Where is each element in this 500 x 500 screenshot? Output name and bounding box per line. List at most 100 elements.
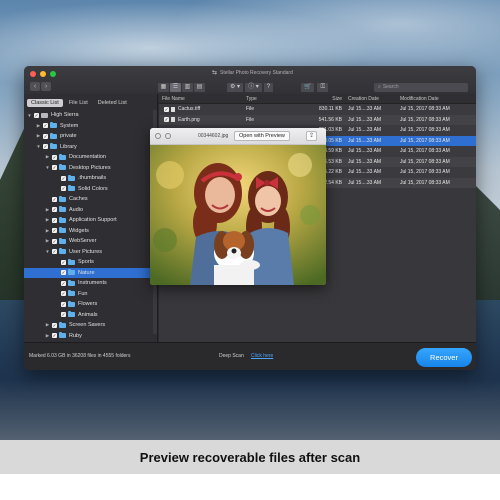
- open-with-preview-button[interactable]: Open with Preview: [234, 131, 290, 141]
- back-button[interactable]: ‹: [30, 82, 40, 91]
- disclosure-collapsed-icon[interactable]: ▶: [45, 228, 50, 234]
- tree-item[interactable]: ✓ .thumbnails: [24, 173, 158, 184]
- row-checkbox[interactable]: ✓: [164, 117, 169, 123]
- tree-checkbox[interactable]: ✓: [43, 144, 48, 150]
- column-modification-date[interactable]: Modification Date: [397, 96, 472, 102]
- tree-checkbox[interactable]: ✓: [52, 238, 57, 244]
- cell-modification-date: Jul 15, 2017 08:33 AM: [400, 148, 450, 155]
- tree-checkbox[interactable]: ✓: [52, 249, 57, 255]
- tree-item[interactable]: ✓ Solid Colors: [24, 184, 158, 195]
- preview-fullscreen-button[interactable]: [165, 133, 171, 139]
- column-size[interactable]: Size: [297, 96, 345, 102]
- disclosure-collapsed-icon[interactable]: ▶: [36, 133, 41, 139]
- tree-item[interactable]: ▼ ✓ Desktop Pictures: [24, 163, 158, 174]
- info-button[interactable]: ⓘ ▾: [245, 83, 262, 92]
- tree-item[interactable]: ▼ ✓ High Sierra: [24, 110, 158, 121]
- tree-checkbox[interactable]: ✓: [52, 154, 57, 160]
- tree-checkbox[interactable]: ✓: [43, 133, 48, 139]
- disclosure-collapsed-icon[interactable]: ▶: [45, 333, 50, 339]
- tab-classic-list[interactable]: Classic List: [27, 98, 63, 107]
- tree-item[interactable]: ✓ Nature: [24, 267, 158, 278]
- tree-item[interactable]: ▶ ✓ Application Support: [24, 215, 158, 226]
- cell-creation-date: Jul 15....33 AM: [348, 127, 382, 134]
- tool-group: ⚙ ▾ ⓘ ▾ ?: [227, 83, 274, 92]
- tab-deleted-list[interactable]: Deleted List: [94, 99, 131, 107]
- preview-close-button[interactable]: [155, 133, 161, 139]
- table-row[interactable]: ✓ Cactus.tiff File 830.11 KB Jul 15....33 AM…: [159, 104, 476, 115]
- tree-item[interactable]: ✓ Sports: [24, 257, 158, 268]
- tree-checkbox[interactable]: ✓: [52, 333, 57, 339]
- forward-button[interactable]: ›: [41, 82, 51, 91]
- close-window-button[interactable]: [30, 71, 36, 77]
- disclosure-expanded-icon[interactable]: ▼: [36, 144, 41, 149]
- tree-item[interactable]: ✓ Fun: [24, 289, 158, 300]
- disclosure-collapsed-icon[interactable]: ▶: [45, 322, 50, 328]
- folder-icon: [59, 321, 66, 328]
- tree-checkbox[interactable]: ✓: [61, 175, 66, 181]
- disclosure-collapsed-icon[interactable]: ▶: [45, 217, 50, 223]
- zoom-window-button[interactable]: [50, 71, 56, 77]
- tree-item[interactable]: ▶ ✓ System: [24, 121, 158, 132]
- column-type[interactable]: Type: [243, 96, 297, 102]
- tree-checkbox[interactable]: ✓: [61, 301, 66, 307]
- folder-icon: [68, 185, 75, 192]
- tree-checkbox[interactable]: ✓: [52, 228, 57, 234]
- recover-button[interactable]: Recover: [416, 348, 472, 367]
- tree-checkbox[interactable]: ✓: [61, 270, 66, 276]
- tree-checkbox[interactable]: ✓: [61, 280, 66, 286]
- row-checkbox[interactable]: ✓: [164, 106, 169, 112]
- tree-item[interactable]: ▶ ✓ Documentation: [24, 152, 158, 163]
- share-button[interactable]: ⇪: [306, 131, 317, 141]
- disclosure-expanded-icon[interactable]: ▼: [27, 113, 32, 118]
- tree-checkbox[interactable]: ✓: [61, 312, 66, 318]
- app-logo-icon: ⇆: [212, 70, 218, 76]
- disclosure-expanded-icon[interactable]: ▼: [45, 165, 50, 170]
- tree-item[interactable]: ▶ ✓ Audio: [24, 205, 158, 216]
- cart-button[interactable]: 🛒: [301, 83, 315, 92]
- tree-checkbox[interactable]: ✓: [52, 207, 57, 213]
- tree-item[interactable]: ▶ ✓ Widgets: [24, 226, 158, 237]
- tree-checkbox[interactable]: ✓: [52, 165, 57, 171]
- tree-checkbox[interactable]: ✓: [61, 291, 66, 297]
- disclosure-collapsed-icon[interactable]: ▶: [45, 154, 50, 160]
- tree-item[interactable]: ✓ Instruments: [24, 278, 158, 289]
- list-view-button[interactable]: ☰: [170, 83, 181, 92]
- tree-checkbox[interactable]: ✓: [52, 196, 57, 202]
- tree-checkbox[interactable]: ✓: [61, 186, 66, 192]
- key-button[interactable]: ⚿: [317, 83, 329, 92]
- disclosure-expanded-icon[interactable]: ▼: [45, 249, 50, 254]
- tree-item[interactable]: ▼ ✓ User Pictures: [24, 247, 158, 258]
- cell-creation-date: Jul 15....33 AM: [348, 158, 382, 165]
- disclosure-collapsed-icon[interactable]: ▶: [36, 123, 41, 129]
- tree-checkbox[interactable]: ✓: [52, 322, 57, 328]
- quick-look-preview: 00344602.jpg Open with Preview ⇪: [150, 128, 326, 285]
- column-view-button[interactable]: ▥: [182, 83, 193, 92]
- tree-item[interactable]: ▶ ✓ WebServer: [24, 236, 158, 247]
- tree-item[interactable]: ✓ Flowers: [24, 299, 158, 310]
- disclosure-collapsed-icon[interactable]: ▶: [45, 238, 50, 244]
- tree-item[interactable]: ▶ ✓ Screen Savers: [24, 320, 158, 331]
- tree-checkbox[interactable]: ✓: [52, 217, 57, 223]
- tree-item[interactable]: ✓ Caches: [24, 194, 158, 205]
- tree-checkbox[interactable]: ✓: [43, 123, 48, 129]
- disclosure-collapsed-icon[interactable]: ▶: [45, 207, 50, 213]
- settings-button[interactable]: ⚙ ▾: [227, 83, 244, 92]
- column-creation-date[interactable]: Creation Date: [345, 96, 397, 102]
- tree-checkbox[interactable]: ✓: [34, 112, 39, 118]
- tree-item[interactable]: ▼ ✓ Library: [24, 142, 158, 153]
- bottom-strip: [0, 474, 500, 500]
- search-input[interactable]: ⌕ Search: [374, 83, 468, 92]
- tab-file-list[interactable]: File List: [65, 99, 92, 107]
- gallery-view-button[interactable]: ▤: [194, 83, 205, 92]
- app-title-text: Stellar Photo Recovery Standard: [220, 69, 293, 76]
- tree-item[interactable]: ✓ Animals: [24, 310, 158, 321]
- column-file-name[interactable]: File Name: [159, 96, 243, 102]
- help-button[interactable]: ?: [263, 83, 274, 92]
- tree-checkbox[interactable]: ✓: [61, 259, 66, 265]
- minimize-window-button[interactable]: [40, 71, 46, 77]
- table-row[interactable]: ✓ Earth.png File 541.56 KB Jul 15....33 AM Ju…: [159, 114, 476, 125]
- icon-view-button[interactable]: ▦: [158, 83, 169, 92]
- tree-item[interactable]: ▶ ✓ Ruby: [24, 331, 158, 342]
- tree-item[interactable]: ▶ ✓ private: [24, 131, 158, 142]
- deep-scan-link[interactable]: Click here: [251, 353, 273, 359]
